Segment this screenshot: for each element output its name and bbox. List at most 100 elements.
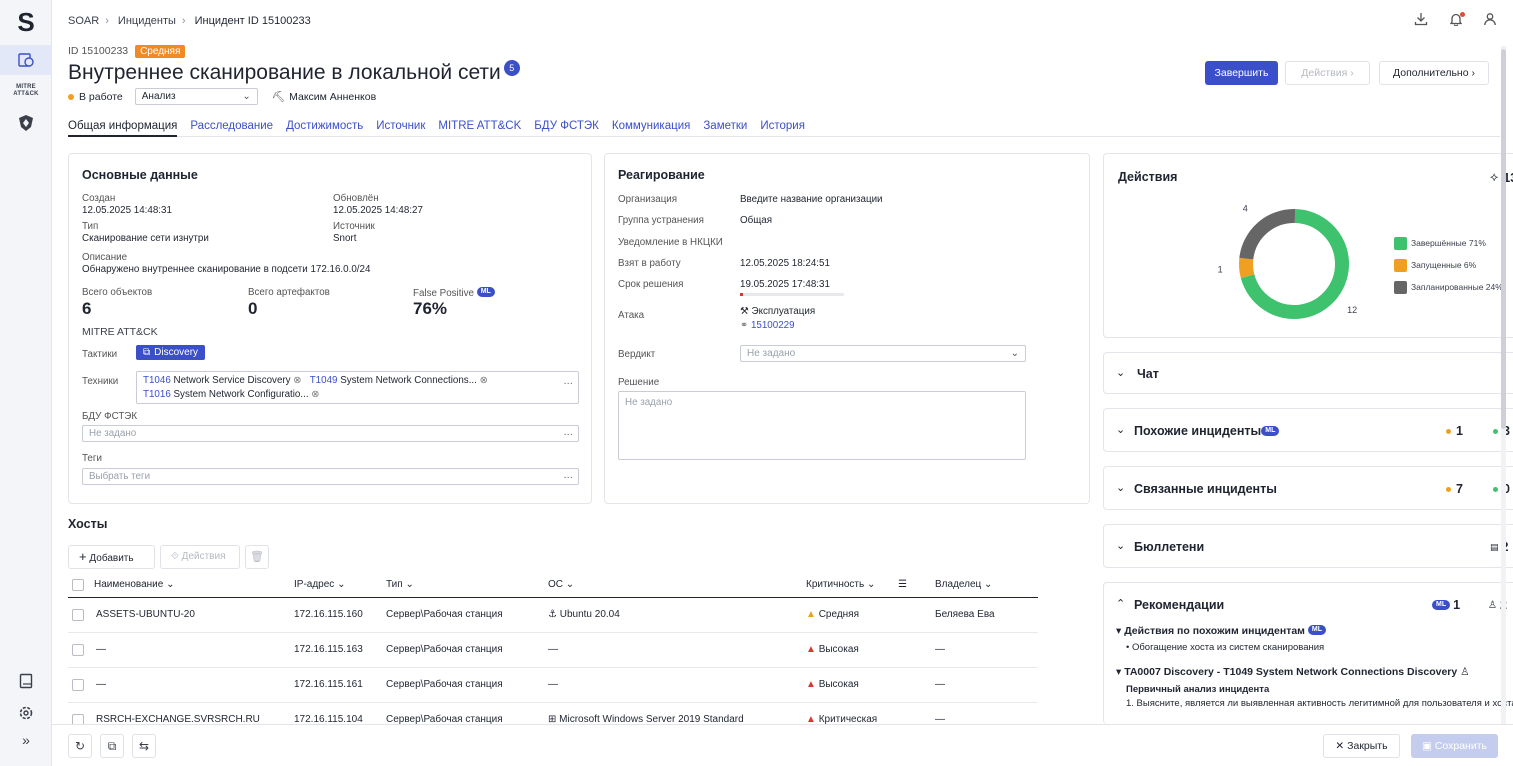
- related-incidents-section[interactable]: ⌄ Связанные инциденты 7 0: [1103, 466, 1513, 510]
- column-type[interactable]: Тип ⌄: [376, 573, 534, 598]
- legend-item: Завершённые 71%: [1394, 232, 1503, 254]
- assignee-name[interactable]: Максим Анненков: [289, 91, 376, 103]
- user-icon[interactable]: [1481, 12, 1499, 30]
- solution-textarea[interactable]: Не задано: [618, 391, 1026, 460]
- tab-reachability[interactable]: Достижимость: [286, 120, 363, 136]
- finish-button[interactable]: Завершить: [1205, 61, 1278, 85]
- group-value[interactable]: Общая: [740, 215, 772, 226]
- tab-bdu[interactable]: БДУ ФСТЭК: [534, 120, 599, 136]
- host-name[interactable]: —: [90, 632, 284, 668]
- recs-group-1[interactable]: ▾ Действия по похожим инцидентам ML: [1116, 625, 1326, 637]
- techniques-field[interactable]: T1046 Network Service Discovery ⊗ T1049 …: [136, 371, 579, 404]
- verdict-select[interactable]: Не задано ⌄: [740, 345, 1026, 362]
- fp-label: False Positive ML: [413, 287, 495, 299]
- scrollbar-track[interactable]: [1501, 46, 1506, 724]
- recs-item-1[interactable]: • Обогащение хоста из систем сканировани…: [1126, 642, 1324, 653]
- sort-icon[interactable]: ☰: [898, 579, 907, 590]
- refresh-icon[interactable]: ↻: [68, 734, 92, 758]
- copy-icon[interactable]: ⧉: [100, 734, 124, 758]
- breadcrumb-soar[interactable]: SOAR: [68, 15, 99, 27]
- actions-button[interactable]: Действия ›: [1285, 61, 1370, 85]
- technique-tag[interactable]: T1046 Network Service Discovery ⊗: [143, 375, 302, 386]
- remove-tag-icon[interactable]: ⊗: [480, 375, 488, 386]
- remove-tag-icon[interactable]: ⊗: [311, 389, 319, 400]
- more-icon[interactable]: …: [563, 470, 573, 481]
- column-criticality[interactable]: Критичность ⌄ ☰: [796, 573, 923, 598]
- scrollbar-thumb[interactable]: [1501, 49, 1506, 429]
- breadcrumb-incidents[interactable]: Инциденты: [118, 15, 176, 27]
- breadcrumb-separator: ›: [105, 15, 109, 27]
- technique-name: Network Service Discovery: [173, 375, 291, 386]
- sidebar-item-mitre[interactable]: MITRE ATT&CK: [0, 76, 52, 106]
- bulletins-section[interactable]: ⌄ Бюллетени ▤2: [1103, 524, 1513, 568]
- sidebar-item-settings[interactable]: [0, 698, 52, 728]
- attack-value: ⚒ Эксплуатация: [740, 306, 815, 317]
- technique-tag[interactable]: T1049 System Network Connections... ⊗: [310, 375, 488, 386]
- more-button[interactable]: Дополнительно ›: [1379, 61, 1489, 85]
- recs-group-2[interactable]: ▾ TA0007 Discovery - T1049 System Networ…: [1116, 666, 1470, 678]
- download-icon[interactable]: [1412, 12, 1430, 30]
- app-logo[interactable]: S: [12, 8, 40, 36]
- save-button[interactable]: ▣ Сохранить: [1411, 734, 1498, 758]
- more-icon[interactable]: …: [563, 427, 573, 438]
- chat-section[interactable]: ⌄ Чат: [1103, 352, 1513, 394]
- sidebar-item-incidents[interactable]: [0, 45, 52, 75]
- sidebar-item-book[interactable]: [0, 666, 52, 696]
- row-checkbox[interactable]: [68, 597, 90, 633]
- add-host-button[interactable]: + Добавить: [68, 545, 155, 569]
- table-row[interactable]: — 172.16.115.161 Сервер\Рабочая станция …: [68, 667, 1038, 703]
- legend-label: Завершённые 71%: [1411, 238, 1486, 248]
- stage-value: Анализ: [141, 91, 176, 102]
- column-os[interactable]: ОС ⌄: [534, 573, 796, 598]
- tags-input[interactable]: Выбрать теги…: [82, 468, 579, 485]
- tab-mitre[interactable]: MITRE ATT&CK: [438, 120, 521, 136]
- technique-id[interactable]: T1016: [143, 389, 171, 400]
- hosts-actions-button[interactable]: ⟐ Действия: [160, 545, 240, 569]
- incident-id: ID 15100233: [68, 45, 129, 57]
- stage-select[interactable]: Анализ ⌄: [134, 88, 258, 105]
- assignee-icon: ⛏: [271, 91, 286, 103]
- column-name[interactable]: Наименование ⌄: [90, 573, 284, 598]
- solution-label: Решение: [618, 377, 660, 388]
- bdu-input[interactable]: Не задано…: [82, 425, 579, 442]
- technique-id[interactable]: T1049: [310, 375, 338, 386]
- notifications-icon[interactable]: [1447, 12, 1465, 30]
- severity-badge: Средняя: [135, 45, 186, 58]
- attack-link[interactable]: ⚭ 15100229: [740, 320, 795, 331]
- org-value[interactable]: Введите название организации: [740, 194, 883, 205]
- table-row[interactable]: ASSETS-UBUNTU-20 172.16.115.160 Сервер\Р…: [68, 597, 1038, 633]
- remove-tag-icon[interactable]: ⊗: [293, 375, 301, 386]
- technique-tag[interactable]: T1016 System Network Configuratio... ⊗: [143, 389, 320, 400]
- technique-id[interactable]: T1046: [143, 375, 171, 386]
- tab-investigation[interactable]: Расследование: [190, 120, 273, 136]
- column-ip[interactable]: IP-адрес ⌄: [284, 573, 376, 598]
- more-icon[interactable]: …: [563, 375, 573, 389]
- column-owner[interactable]: Владелец ⌄: [923, 573, 1038, 598]
- tab-source[interactable]: Источник: [376, 120, 425, 136]
- tab-general[interactable]: Общая информация: [68, 120, 178, 137]
- table-row[interactable]: — 172.16.115.163 Сервер\Рабочая станция …: [68, 632, 1038, 668]
- sidebar-item-shield[interactable]: [0, 108, 52, 138]
- attack-link-text[interactable]: 15100229: [751, 320, 795, 331]
- tab-communication[interactable]: Коммуникация: [612, 120, 690, 136]
- select-all-checkbox[interactable]: [68, 573, 90, 598]
- host-name[interactable]: ASSETS-UBUNTU-20: [90, 597, 284, 633]
- taken-label: Взят в работу: [618, 258, 681, 269]
- row-checkbox[interactable]: [68, 632, 90, 668]
- row-checkbox[interactable]: [68, 667, 90, 703]
- delete-icon[interactable]: 🗑: [245, 545, 269, 569]
- host-name[interactable]: —: [90, 667, 284, 703]
- expand-sidebar-icon[interactable]: »: [0, 725, 52, 755]
- danger-icon: ▲: [806, 644, 816, 655]
- tab-notes[interactable]: Заметки: [703, 120, 747, 136]
- hosts-title: Хосты: [68, 517, 108, 531]
- type-label: Тип: [82, 221, 99, 232]
- chevron-up-icon[interactable]: ⌃: [1116, 597, 1125, 610]
- swap-icon[interactable]: ⇆: [132, 734, 156, 758]
- donut-slice-1: [1239, 257, 1255, 278]
- legend-swatch: [1394, 259, 1407, 273]
- similar-incidents-section[interactable]: ⌄ Похожие инциденты ML 1 3: [1103, 408, 1513, 452]
- close-button[interactable]: ✕ Закрыть: [1323, 734, 1400, 758]
- tactic-chip[interactable]: ⧉ Discovery: [136, 345, 206, 360]
- tab-history[interactable]: История: [760, 120, 805, 136]
